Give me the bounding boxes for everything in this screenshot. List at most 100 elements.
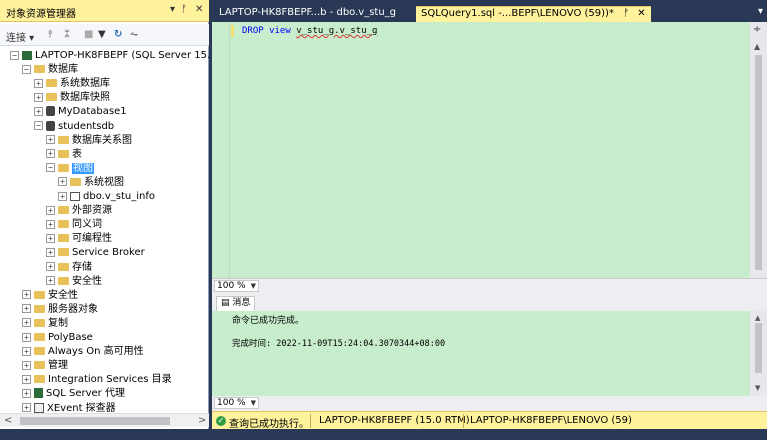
tree-node[interactable]: + XEvent 探查器 [22,402,116,413]
expand-icon[interactable]: + [46,262,55,271]
editor-vscrollbar[interactable]: ÷ ▲ [750,22,767,278]
tab-overflow-menu-icon[interactable]: ▾ [758,6,763,17]
tree-node[interactable]: + 服务器对象 [22,303,98,317]
expand-icon[interactable]: + [22,360,31,370]
close-tab-icon[interactable]: ✕ [637,8,645,19]
object-explorer-hscrollbar[interactable]: < > [0,413,209,427]
expand-icon[interactable]: + [58,191,67,201]
expand-icon[interactable]: + [22,388,31,398]
collapse-icon[interactable]: − [22,64,31,74]
expand-icon[interactable]: + [22,374,31,384]
vscroll-thumb[interactable] [755,323,762,373]
tree-node[interactable]: − 视图 [46,162,94,176]
tab-messages[interactable]: ▤ 消息 [216,296,256,311]
expand-icon[interactable]: + [46,135,55,145]
expand-icon[interactable]: + [22,403,31,412]
expand-icon[interactable]: + [46,205,55,215]
close-panel-icon[interactable]: ✕ [195,4,203,15]
tree-node[interactable]: + 安全性 [22,289,78,303]
tree-node[interactable]: + 外部资源 [46,204,112,218]
messages-vscrollbar[interactable]: ▲ ▼ [750,311,767,396]
expand-icon[interactable]: + [46,149,55,159]
tree-node[interactable]: + 系统数据库 [34,77,110,91]
filter-icon[interactable]: ▼ [98,29,106,40]
hscroll-thumb[interactable] [20,417,170,425]
results-tab-strip: ▤ 消息 [212,293,767,311]
expand-icon[interactable]: + [22,290,31,300]
tree-node[interactable]: + Always On 高可用性 [22,345,144,359]
tree-node[interactable]: + 系统视图 [58,176,124,190]
expand-icon[interactable]: + [34,106,43,116]
expand-icon[interactable]: + [46,247,55,257]
scroll-up-icon[interactable]: ▲ [754,42,760,51]
activity-monitor-icon[interactable]: ⏦ [130,29,138,40]
status-separator [463,414,464,428]
tree-node[interactable]: + SQL Server 代理 [22,387,125,401]
expand-icon[interactable]: + [34,78,43,88]
expand-icon[interactable]: + [22,332,31,342]
tree-node-label: Service Broker [72,247,145,259]
expand-icon[interactable]: + [46,219,55,229]
tree-node[interactable]: + 表 [46,148,82,162]
tree-node[interactable]: + 管理 [22,359,68,373]
scroll-down-icon[interactable]: ▼ [755,384,760,392]
tab-view-designer[interactable]: LAPTOP-HK8FBEPF...b - dbo.v_stu_g [214,6,401,22]
window-position-dropdown-icon[interactable]: ▾ [170,4,175,15]
messages-pane[interactable]: 命令已成功完成。 完成时间: 2022-11-09T15:24:04.30703… [212,311,767,396]
tree-node[interactable]: + 安全性 [46,275,102,289]
editor-zoom-select[interactable]: 100 % ▼ [214,280,259,292]
split-window-icon[interactable]: ÷ [753,24,761,35]
tree-node[interactable]: + Integration Services 目录 [22,373,172,387]
query-editor[interactable]: DROP view v_stu_g.v_stu_g ÷ ▲ [212,22,767,278]
db-icon [46,106,55,117]
expand-icon[interactable]: + [34,92,43,102]
agent-icon [34,388,43,399]
tree-node[interactable]: + 可编程性 [46,232,112,246]
tree-node-label: PolyBase [48,332,93,343]
vscroll-thumb[interactable] [755,55,762,270]
tree-node[interactable]: − LAPTOP-HK8FBEPF (SQL Server 15.0.… [10,49,209,63]
tree-node-label: 视图 [72,162,94,174]
messages-zoom-select[interactable]: 100 % ▼ [214,397,259,409]
folder-icon [58,234,69,243]
tree-node[interactable]: + 数据库关系图 [46,134,132,148]
disconnect-icon[interactable]: ᛯ [64,29,70,40]
expand-icon[interactable]: + [22,304,31,314]
change-marker [231,25,234,37]
pin-tab-icon[interactable]: ᚠ [623,8,629,19]
scroll-left-icon[interactable]: < [4,415,12,426]
folder-icon [58,248,69,257]
tree-node[interactable]: + PolyBase [22,331,93,345]
scroll-right-icon[interactable]: > [198,415,206,426]
expand-icon[interactable]: + [22,346,31,356]
collapse-icon[interactable]: − [34,121,43,130]
tree-node-label: 外部资源 [72,205,112,217]
connect-button[interactable]: 连接 ▾ [6,29,34,44]
tree-node[interactable]: + dbo.v_stu_info [58,190,155,204]
expand-icon[interactable]: + [22,318,31,328]
collapse-icon[interactable]: − [10,50,19,60]
tree-node[interactable]: − 数据库 [22,63,78,77]
folder-icon [34,318,45,327]
auto-hide-pin-icon[interactable]: ᚠ [181,4,187,15]
tree-node[interactable]: + 复制 [22,317,68,331]
tree-node[interactable]: + Service Broker [46,246,145,260]
tree-node[interactable]: + MyDatabase1 [34,105,127,119]
expand-icon[interactable]: + [58,177,67,187]
scroll-up-icon[interactable]: ▲ [755,314,760,322]
tree-node[interactable]: + 数据库快照 [34,91,110,105]
editor-gutter [212,22,230,278]
tree-node[interactable]: − studentsdb [34,120,114,134]
tree-node-label: 数据库 [48,64,78,76]
refresh-icon[interactable]: ↻ [114,29,122,40]
collapse-icon[interactable]: − [46,163,55,173]
connect-db-icon[interactable]: ⫯ [48,29,52,40]
stop-icon[interactable]: ■ [84,29,93,40]
tree-node[interactable]: + 同义词 [46,218,102,232]
tree-node[interactable]: + 存储 [46,261,92,275]
expand-icon[interactable]: + [46,233,55,243]
tab-sqlquery1[interactable]: SQLQuery1.sql -...BEPF\LENOVO (59))* ᚠ ✕ [416,6,651,22]
expand-icon[interactable]: + [46,276,55,286]
code-line-1[interactable]: DROP view v_stu_g.v_stu_g [242,26,377,36]
sql-identifier: v_stu_g.v_stu_g [296,26,378,36]
